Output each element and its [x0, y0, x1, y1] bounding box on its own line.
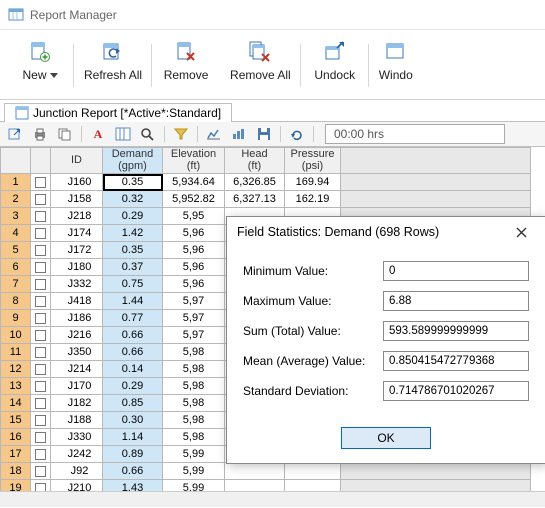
value-sum: 593.589999999999: [383, 321, 529, 341]
col-header-pressure[interactable]: Pressure(psi): [285, 148, 341, 174]
remove-all-button[interactable]: Remove All: [220, 34, 301, 99]
row-checkbox[interactable]: [35, 228, 46, 239]
row-checkbox[interactable]: [35, 296, 46, 307]
value-min: 0: [383, 261, 529, 281]
main-toolbar: New Refresh All Remove Remove All Undock…: [0, 30, 545, 100]
print-button[interactable]: [29, 124, 51, 144]
dialog-title: Field Statistics: Demand (698 Rows): [237, 225, 439, 239]
row-checkbox[interactable]: [35, 347, 46, 358]
col-header-elevation[interactable]: Elevation(ft): [163, 148, 225, 174]
row-checkbox[interactable]: [35, 279, 46, 290]
copy-button[interactable]: [54, 124, 76, 144]
value-std: 0.714786701020267: [383, 381, 529, 401]
filter-button[interactable]: [170, 124, 192, 144]
row-checkbox[interactable]: [35, 415, 46, 426]
row-checkbox[interactable]: [35, 398, 46, 409]
window-title: Report Manager: [30, 8, 117, 22]
row-checkbox[interactable]: [35, 364, 46, 375]
undock-button[interactable]: Undock: [301, 34, 369, 99]
close-icon: [516, 227, 527, 238]
row-checkbox[interactable]: [35, 381, 46, 392]
col-header-id[interactable]: ID: [51, 148, 103, 174]
time-display[interactable]: 00:00 hrs: [325, 124, 505, 144]
stats-button[interactable]: [203, 124, 225, 144]
row-checkbox[interactable]: [35, 432, 46, 443]
font-button[interactable]: A: [87, 124, 109, 144]
tab-junction-report[interactable]: Junction Report [*Active*:Standard]: [4, 103, 232, 122]
dropdown-caret-icon: [50, 73, 58, 78]
export-button[interactable]: [4, 124, 26, 144]
col-header-head[interactable]: Head(ft): [225, 148, 285, 174]
label-min: Minimum Value:: [243, 264, 383, 278]
tabstrip: Junction Report [*Active*:Standard]: [0, 100, 545, 122]
refresh-all-button[interactable]: Refresh All: [74, 34, 152, 99]
columns-button[interactable]: [112, 124, 134, 144]
new-button[interactable]: New: [6, 34, 74, 99]
app-icon: [8, 7, 24, 23]
row-checkbox[interactable]: [35, 245, 46, 256]
row-checkbox[interactable]: [35, 330, 46, 341]
label-max: Maximum Value:: [243, 294, 383, 308]
row-checkbox[interactable]: [35, 262, 46, 273]
report-icon: [15, 106, 29, 120]
refresh-button[interactable]: [286, 124, 308, 144]
label-sum: Sum (Total) Value:: [243, 324, 383, 338]
label-mean: Mean (Average) Value:: [243, 354, 383, 368]
row-checkbox[interactable]: [35, 449, 46, 460]
row-checkbox[interactable]: [35, 177, 46, 188]
save-button[interactable]: [253, 124, 275, 144]
col-header-demand[interactable]: Demand(gpm): [103, 148, 163, 174]
value-mean: 0.850415472779368: [383, 351, 529, 371]
row-checkbox[interactable]: [35, 466, 46, 477]
window-button[interactable]: Windo: [369, 34, 423, 99]
row-checkbox[interactable]: [35, 194, 46, 205]
label-std: Standard Deviation:: [243, 384, 383, 398]
ok-button[interactable]: OK: [341, 427, 431, 449]
table-row[interactable]: 1J1600.355,934.646,326.85169.94: [1, 174, 531, 191]
row-checkbox[interactable]: [35, 313, 46, 324]
field-statistics-dialog: Field Statistics: Demand (698 Rows) Mini…: [226, 216, 545, 464]
dialog-close-button[interactable]: [507, 221, 535, 243]
tab-label: Junction Report [*Active*:Standard]: [33, 106, 221, 120]
value-max: 6.88: [383, 291, 529, 311]
find-button[interactable]: [137, 124, 159, 144]
row-checkbox[interactable]: [35, 211, 46, 222]
remove-button[interactable]: Remove: [152, 34, 220, 99]
chart-button[interactable]: [228, 124, 250, 144]
window-titlebar: Report Manager: [0, 0, 545, 30]
table-row[interactable]: 18J920.665,99: [1, 463, 531, 480]
grid-toolbar: A 00:00 hrs: [0, 121, 545, 147]
horizontal-scrollbar[interactable]: [0, 491, 545, 507]
table-row[interactable]: 2J1580.325,952.826,327.13162.19: [1, 191, 531, 208]
